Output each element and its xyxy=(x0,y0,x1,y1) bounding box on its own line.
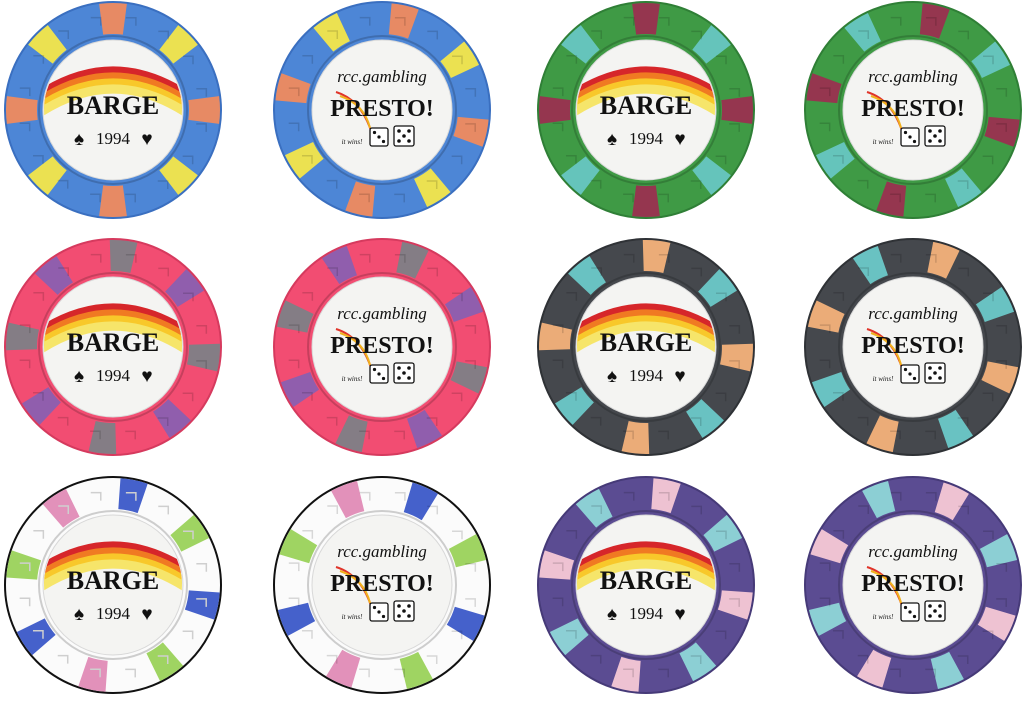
chip-top-text: rcc.gambling xyxy=(337,304,427,323)
chip-title: PRESTO! xyxy=(330,333,434,359)
chip-top-text: rcc.gambling xyxy=(868,67,958,86)
heart-icon: ♥ xyxy=(674,366,685,387)
chip-presto: rcc.gambling PRESTO! it wins! xyxy=(804,238,1022,456)
die-icon xyxy=(900,602,920,622)
spade-icon: ♠ xyxy=(607,604,617,625)
heart-icon: ♥ xyxy=(141,604,152,625)
chip-tagline: it wins! xyxy=(342,375,363,383)
die-icon xyxy=(369,364,389,384)
chip-title: PRESTO! xyxy=(861,571,965,597)
chip-edge-spot xyxy=(188,96,220,124)
die-icon xyxy=(924,600,946,622)
chip-barge: BARGE 1994 ♠ ♥ xyxy=(537,476,755,694)
chip-tagline: it wins! xyxy=(342,138,363,146)
die-icon xyxy=(369,602,389,622)
chip-year: 1994 xyxy=(96,366,131,385)
die-icon xyxy=(900,364,920,384)
chip-presto: rcc.gambling PRESTO! it wins! xyxy=(273,476,491,694)
die-icon xyxy=(924,362,946,384)
chip-year: 1994 xyxy=(629,366,664,385)
chip-tagline: it wins! xyxy=(873,138,894,146)
heart-icon: ♥ xyxy=(141,129,152,150)
chip-barge: BARGE 1994 ♠ ♥ xyxy=(537,1,755,219)
chip-top-text: rcc.gambling xyxy=(868,304,958,323)
chip-edge-spot xyxy=(6,96,38,124)
die-icon xyxy=(900,127,920,147)
spade-icon: ♠ xyxy=(74,604,84,625)
spade-icon: ♠ xyxy=(607,129,617,150)
chip-edge-spot xyxy=(632,185,660,217)
chip-top-text: rcc.gambling xyxy=(337,542,427,561)
chip-top-text: rcc.gambling xyxy=(868,542,958,561)
chip-barge: BARGE 1994 ♠ ♥ xyxy=(4,476,222,694)
chip-year: 1994 xyxy=(96,129,131,148)
chip-edge-spot xyxy=(721,96,753,124)
chip-title: BARGE xyxy=(600,91,692,120)
chip-tagline: it wins! xyxy=(873,613,894,621)
chip-year: 1994 xyxy=(96,604,131,623)
chip-title: PRESTO! xyxy=(330,571,434,597)
chip-edge-spot xyxy=(539,96,571,124)
chip-title: BARGE xyxy=(67,91,159,120)
chip-presto: rcc.gambling PRESTO! it wins! xyxy=(273,1,491,219)
chip-year: 1994 xyxy=(629,129,664,148)
chip-title: PRESTO! xyxy=(861,333,965,359)
chip-year: 1994 xyxy=(629,604,664,623)
die-icon xyxy=(393,600,415,622)
chip-presto: rcc.gambling PRESTO! it wins! xyxy=(804,1,1022,219)
chip-barge: BARGE 1994 ♠ ♥ xyxy=(4,1,222,219)
spade-icon: ♠ xyxy=(74,366,84,387)
chip-tagline: it wins! xyxy=(873,375,894,383)
spade-icon: ♠ xyxy=(74,129,84,150)
chip-barge: BARGE 1994 ♠ ♥ xyxy=(4,238,222,456)
chip-title: BARGE xyxy=(67,566,159,595)
chip-presto: rcc.gambling PRESTO! it wins! xyxy=(273,238,491,456)
die-icon xyxy=(369,127,389,147)
chip-title: BARGE xyxy=(600,328,692,357)
die-icon xyxy=(393,125,415,147)
chip-title: BARGE xyxy=(600,566,692,595)
spade-icon: ♠ xyxy=(607,366,617,387)
chip-title: BARGE xyxy=(67,328,159,357)
casino-chip-collection: BARGE 1994 ♠ ♥ rcc.gambling PRESTO! it wins! BA… xyxy=(4,1,1022,694)
chip-edge-spot xyxy=(632,3,660,35)
die-icon xyxy=(924,125,946,147)
heart-icon: ♥ xyxy=(141,366,152,387)
die-icon xyxy=(393,362,415,384)
heart-icon: ♥ xyxy=(674,129,685,150)
chip-edge-spot xyxy=(99,185,127,217)
chip-edge-spot xyxy=(99,3,127,35)
heart-icon: ♥ xyxy=(674,604,685,625)
chip-presto: rcc.gambling PRESTO! it wins! xyxy=(804,476,1022,694)
chip-tagline: it wins! xyxy=(342,613,363,621)
chip-title: PRESTO! xyxy=(330,96,434,122)
chip-top-text: rcc.gambling xyxy=(337,67,427,86)
chip-barge: BARGE 1994 ♠ ♥ xyxy=(537,238,755,456)
chip-title: PRESTO! xyxy=(861,96,965,122)
